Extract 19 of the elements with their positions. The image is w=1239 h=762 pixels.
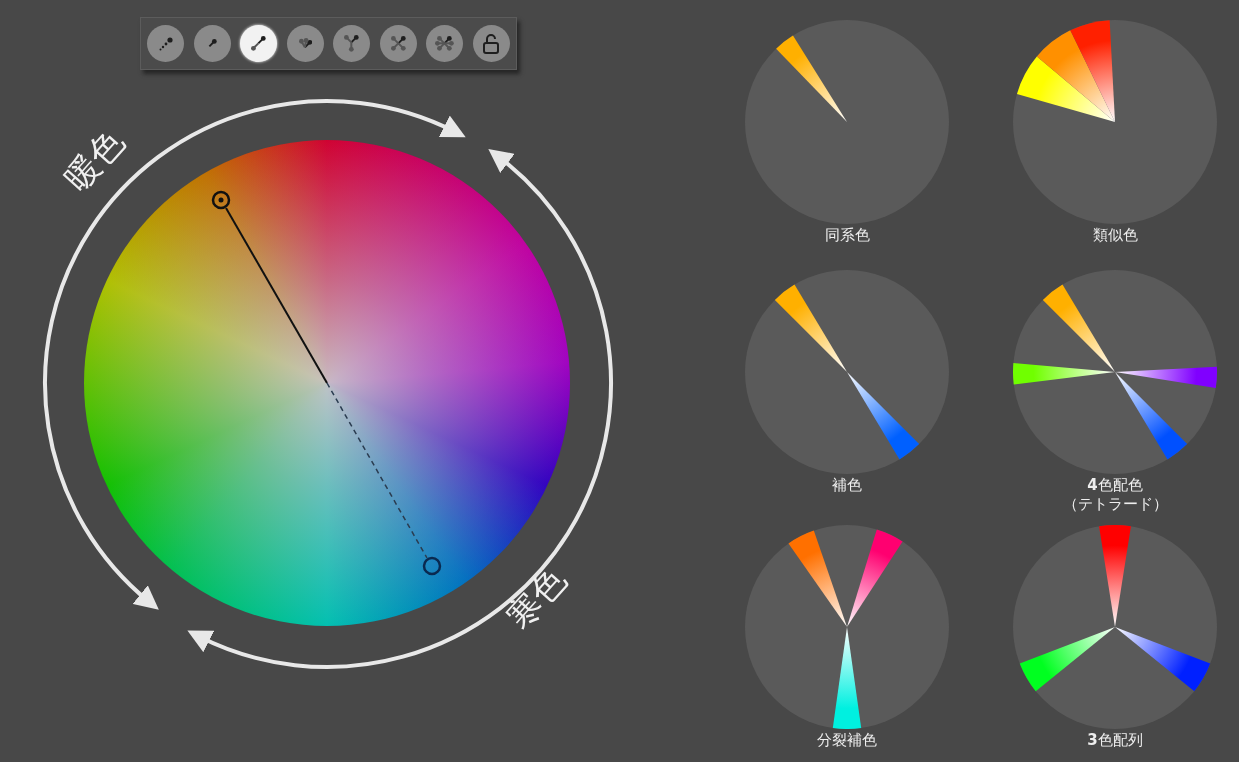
arc-label: 暖色 [56, 121, 132, 199]
scheme-label: 分裂補色 [817, 731, 877, 750]
color-handle[interactable] [422, 556, 442, 576]
scheme-label: 補色 [832, 476, 862, 495]
scheme-sublabel: （テトラード） [1062, 495, 1168, 514]
scheme-label: 3色配列 [1087, 731, 1143, 750]
line-icon [207, 38, 217, 49]
harmony-button[interactable] [472, 25, 510, 62]
cross-icon [390, 36, 406, 51]
scheme-label: 類似色 [1092, 226, 1138, 245]
scheme-label: 同系色 [824, 226, 870, 245]
fork-icon [344, 35, 360, 52]
arc-label: 寒色 [498, 559, 574, 637]
branch-icon [298, 37, 312, 50]
dumbbell-icon [251, 36, 266, 51]
scheme-label: 4色配色 [1087, 476, 1143, 495]
harmony-button[interactable] [240, 25, 278, 62]
color-handle[interactable] [211, 190, 231, 210]
star-icon [435, 36, 455, 51]
